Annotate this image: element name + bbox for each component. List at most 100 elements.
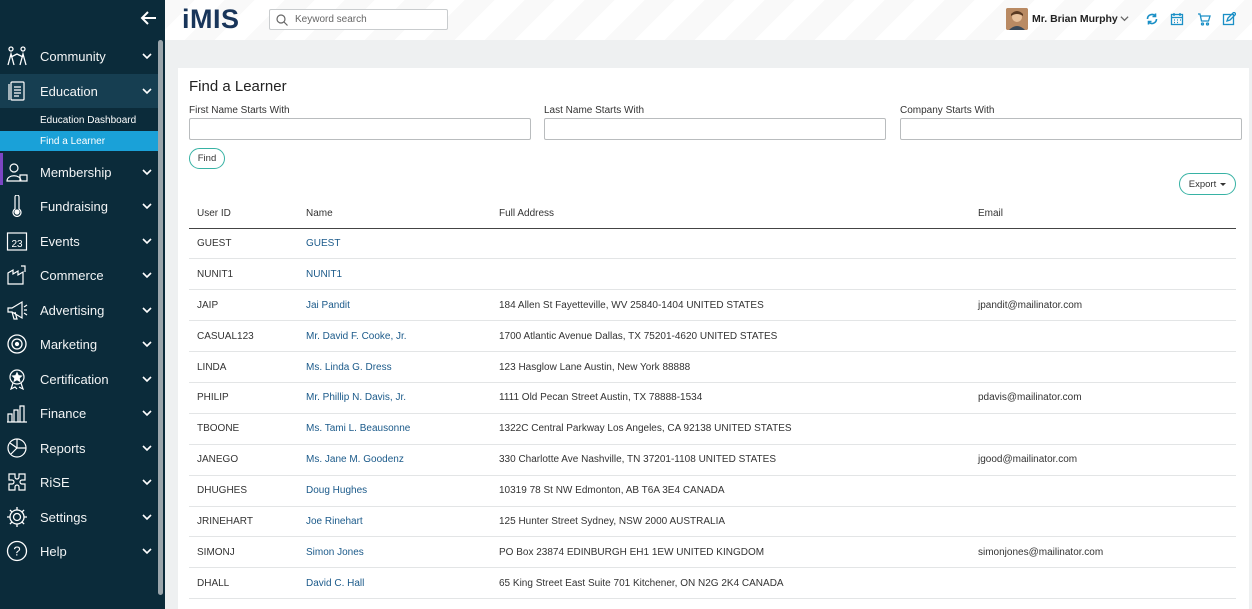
- sidebar-item-education[interactable]: Education: [0, 74, 158, 108]
- megaphone-icon: [6, 299, 28, 321]
- sidebar-item-events[interactable]: 23 Events: [0, 224, 158, 258]
- cell-email: simonjones@mailinator.com: [970, 536, 1236, 569]
- cell-name[interactable]: Doug Hughes: [298, 475, 491, 507]
- table-row[interactable]: PHILIP Mr. Phillip N. Davis, Jr. 1111 Old …: [189, 382, 1236, 414]
- table-row[interactable]: CASUAL123 Mr. David F. Cooke, Jr. 1700 Atl…: [189, 320, 1236, 353]
- cell-full-address: 123 Hasglow Lane Austin, New York 88888: [491, 351, 970, 383]
- education-icon: [6, 80, 28, 102]
- cell-user-id: JRINEHART: [189, 506, 298, 538]
- sidebar: Community Education Education Dashboard …: [0, 0, 165, 609]
- cell-user-id: CASUAL123: [189, 320, 298, 353]
- sidebar-item-rise[interactable]: RiSE: [0, 465, 158, 499]
- column-header-user-id[interactable]: User ID: [189, 199, 298, 229]
- cell-name[interactable]: NUNIT1: [298, 258, 491, 291]
- last-name-field[interactable]: [544, 118, 886, 140]
- reports-icon: [6, 437, 28, 459]
- cart-icon[interactable]: [1197, 12, 1211, 26]
- sidebar-item-reports[interactable]: Reports: [0, 431, 158, 465]
- cell-user-id: JAIP: [189, 289, 298, 322]
- sidebar-item-label: Membership: [40, 164, 112, 180]
- cell-user-id: LINDA: [189, 351, 298, 383]
- company-field[interactable]: [900, 118, 1242, 140]
- avatar[interactable]: [1006, 8, 1028, 30]
- calendar-icon[interactable]: [1170, 12, 1184, 26]
- search-input[interactable]: [295, 14, 445, 25]
- chevron-down-icon[interactable]: [1120, 14, 1129, 23]
- sidebar-item-membership[interactable]: Membership: [0, 155, 158, 189]
- gear-icon: [6, 506, 28, 528]
- cell-name[interactable]: Simon Jones: [298, 536, 491, 569]
- table-row[interactable]: DHALL David C. Hall 65 King Street East Su…: [189, 567, 1236, 600]
- cell-email: [970, 228, 1236, 260]
- cell-name[interactable]: Ms. Jane M. Goodenz: [298, 444, 491, 476]
- sidebar-item-finance[interactable]: Finance: [0, 396, 158, 430]
- sidebar-item-help[interactable]: ? Help: [0, 534, 158, 568]
- table-row[interactable]: JANEGO Ms. Jane M. Goodenz 330 Charlotte A…: [189, 444, 1236, 476]
- sync-icon[interactable]: [1145, 12, 1159, 26]
- table-row[interactable]: LINDA Ms. Linda G. Dress 123 Hasglow Lane …: [189, 351, 1236, 383]
- cell-name[interactable]: Ms. Tami L. Beausonne: [298, 413, 491, 445]
- table-row[interactable]: GUEST GUEST: [189, 228, 1236, 260]
- export-button[interactable]: Export: [1179, 173, 1236, 195]
- column-header-full-address[interactable]: Full Address: [491, 199, 970, 229]
- cell-user-id: GUEST: [189, 228, 298, 260]
- finance-icon: [6, 402, 28, 424]
- sidebar-item-settings[interactable]: Settings: [0, 500, 158, 534]
- help-icon: ?: [6, 540, 28, 562]
- table-row[interactable]: DHUGHES Doug Hughes 10319 78 St NW Edmonto…: [189, 475, 1236, 507]
- cell-email: [970, 475, 1236, 507]
- table-row[interactable]: JAIP Jai Pandit 184 Allen St Fayetteville,…: [189, 289, 1236, 322]
- cell-user-id: TBOONE: [189, 413, 298, 445]
- column-header-name[interactable]: Name: [298, 199, 491, 229]
- sidebar-item-marketing[interactable]: Marketing: [0, 327, 158, 361]
- collapse-sidebar-icon[interactable]: [138, 7, 160, 29]
- first-name-label: First Name Starts With: [189, 105, 290, 116]
- imis-logo[interactable]: iMIS: [182, 4, 240, 35]
- find-learner-panel: Find a Learner First Name Starts With La…: [178, 68, 1249, 609]
- table-row[interactable]: TBOONE Ms. Tami L. Beausonne 1322C Central…: [189, 413, 1236, 445]
- cell-full-address: [491, 228, 970, 260]
- table-row[interactable]: NUNIT1 NUNIT1: [189, 258, 1236, 291]
- find-button-label: Find: [197, 153, 217, 164]
- sidebar-item-community[interactable]: Community: [0, 39, 158, 73]
- page-title: Find a Learner: [189, 78, 287, 95]
- cell-name[interactable]: Joe Rinehart: [298, 506, 491, 538]
- cell-name[interactable]: Ms. Linda G. Dress: [298, 351, 491, 383]
- cell-name[interactable]: Mr. Phillip N. Davis, Jr.: [298, 382, 491, 414]
- cell-full-address: PO Box 23874 EDINBURGH EH1 1EW UNITED KI…: [491, 536, 970, 569]
- column-header-email[interactable]: Email: [970, 199, 1236, 229]
- table-row[interactable]: JRINEHART Joe Rinehart 125 Hunter Street S…: [189, 506, 1236, 538]
- sidebar-item-commerce[interactable]: Commerce: [0, 258, 158, 292]
- sidebar-subitem-education-dashboard[interactable]: Education Dashboard: [0, 110, 158, 130]
- sidebar-scrollbar-thumb[interactable]: [158, 40, 163, 595]
- sidebar-item-label: Community: [40, 48, 106, 64]
- sidebar-item-label: Help: [40, 543, 67, 559]
- sidebar-item-advertising[interactable]: Advertising: [0, 293, 158, 327]
- chevron-down-icon: [142, 445, 152, 452]
- search-icon: [276, 13, 288, 26]
- cell-user-id: SIMONJ: [189, 536, 298, 569]
- cell-name[interactable]: Mr. David F. Cooke, Jr.: [298, 320, 491, 353]
- cell-full-address: 65 King Street East Suite 701 Kitchener,…: [491, 567, 970, 600]
- puzzle-icon: [6, 471, 28, 493]
- edit-icon[interactable]: [1222, 12, 1236, 26]
- find-button[interactable]: Find: [189, 148, 225, 169]
- search-box[interactable]: [269, 9, 448, 30]
- cell-full-address: 1111 Old Pecan Street Austin, TX 78888-1…: [491, 382, 970, 414]
- sidebar-subitem-find-a-learner[interactable]: Find a Learner: [0, 131, 158, 151]
- sidebar-item-certification[interactable]: Certification: [0, 362, 158, 396]
- sidebar-item-label: RiSE: [40, 474, 70, 490]
- cell-name[interactable]: Jai Pandit: [298, 289, 491, 322]
- sidebar-item-fundraising[interactable]: Fundraising: [0, 189, 158, 223]
- cell-name[interactable]: David C. Hall: [298, 567, 491, 600]
- sidebar-item-label: Fundraising: [40, 198, 108, 214]
- table-row[interactable]: SIMONJ Simon Jones PO Box 23874 EDINBURGH …: [189, 536, 1236, 569]
- cell-name[interactable]: GUEST: [298, 228, 491, 260]
- table-body: GUEST GUEST NUNIT1 NUNIT1 JAIP Jai Pandit 184 …: [189, 228, 1236, 600]
- chevron-down-icon: [142, 410, 152, 417]
- sidebar-item-label: Certification: [40, 371, 109, 387]
- user-name[interactable]: Mr. Brian Murphy: [1032, 13, 1118, 25]
- chevron-down-icon: [142, 88, 152, 95]
- first-name-field[interactable]: [189, 118, 531, 140]
- sidebar-item-label: Events: [40, 233, 80, 249]
